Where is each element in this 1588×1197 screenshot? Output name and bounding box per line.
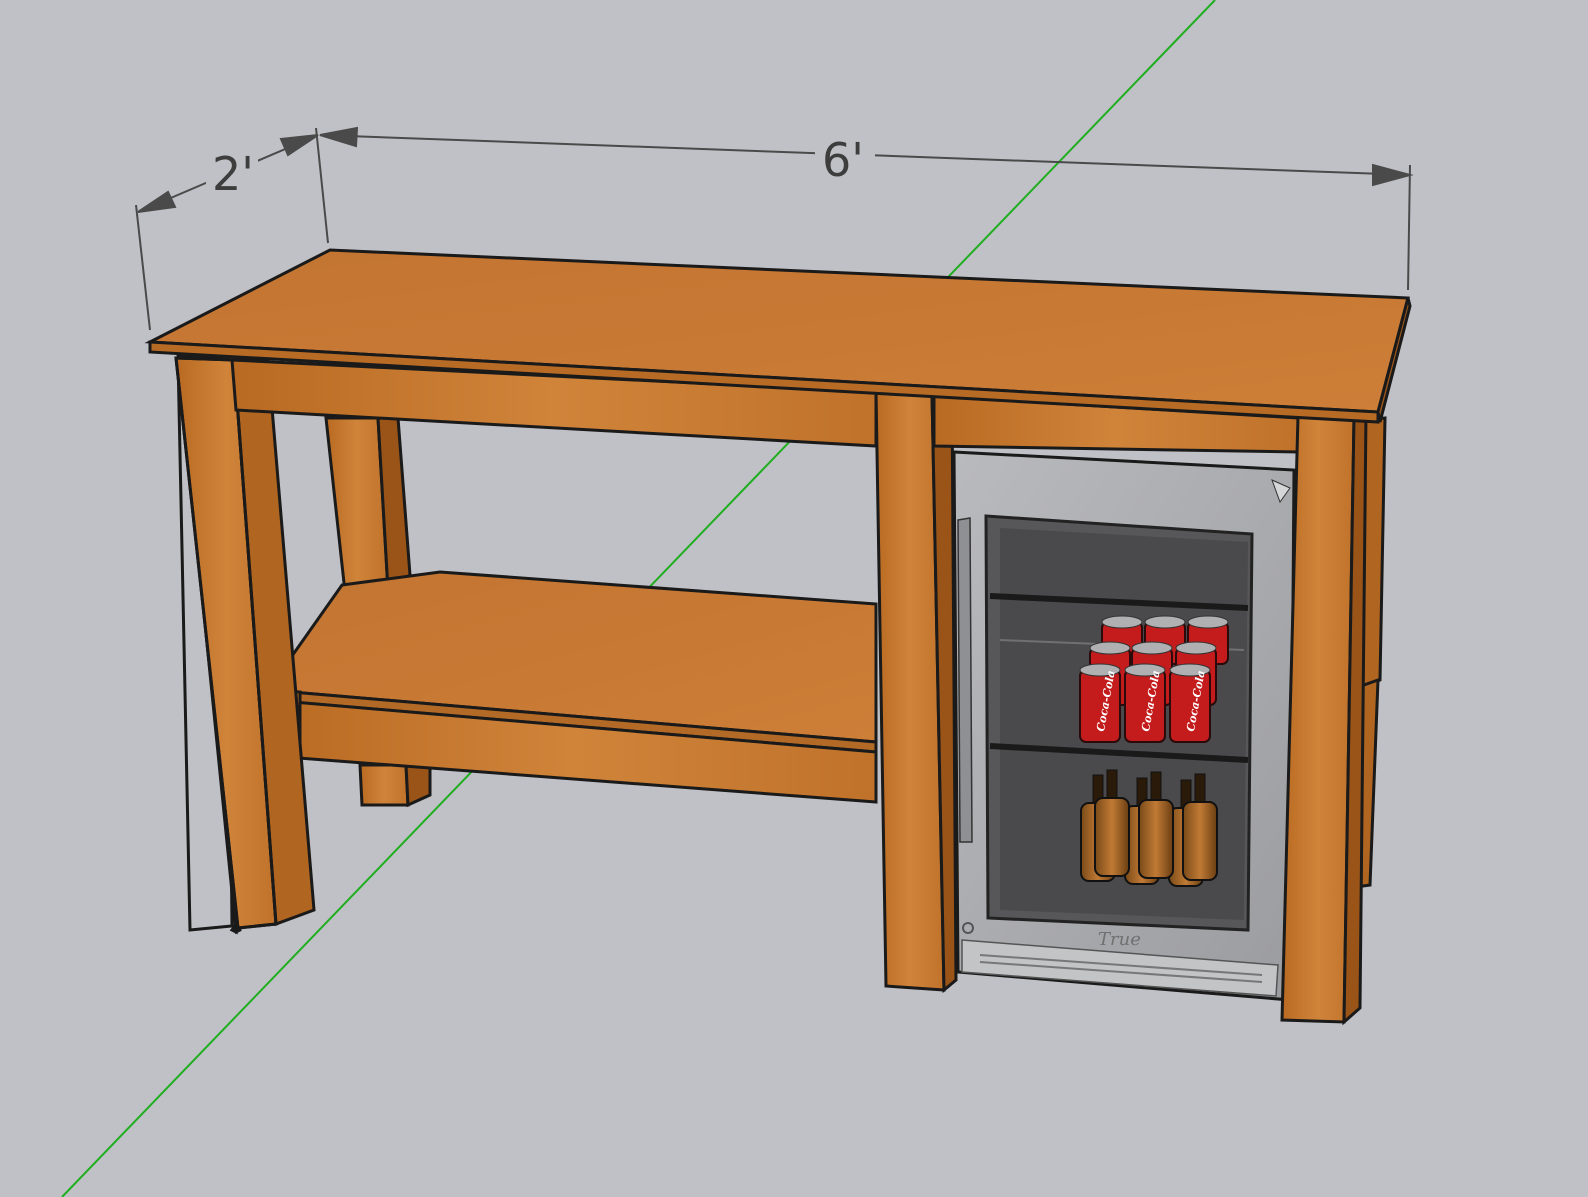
depth-label: 2'	[212, 147, 254, 201]
model-drawing: 2' 6' True Coca-Cola Coca-Cola Coca-Cola	[61, 0, 1414, 1197]
back-left-leg	[324, 416, 412, 594]
soda-can: Coca-Cola	[1124, 663, 1166, 743]
front-middle-leg	[874, 390, 958, 994]
front-right-leg	[1280, 409, 1368, 1026]
front-left-leg-geometry	[174, 356, 316, 930]
back-left-leg-bottom	[358, 763, 432, 808]
soda-can: Coca-Cola	[1169, 663, 1211, 743]
width-label: 6'	[822, 133, 864, 187]
soda-can: Coca-Cola	[1079, 663, 1121, 743]
soda-cans: Coca-Cola Coca-Cola Coca-Cola	[1079, 615, 1229, 743]
fridge-brand-logo: True	[1098, 929, 1141, 950]
sketch-viewport: 2' 6' True Coca-Cola Coca-Cola Coca-Cola	[0, 0, 1588, 1197]
